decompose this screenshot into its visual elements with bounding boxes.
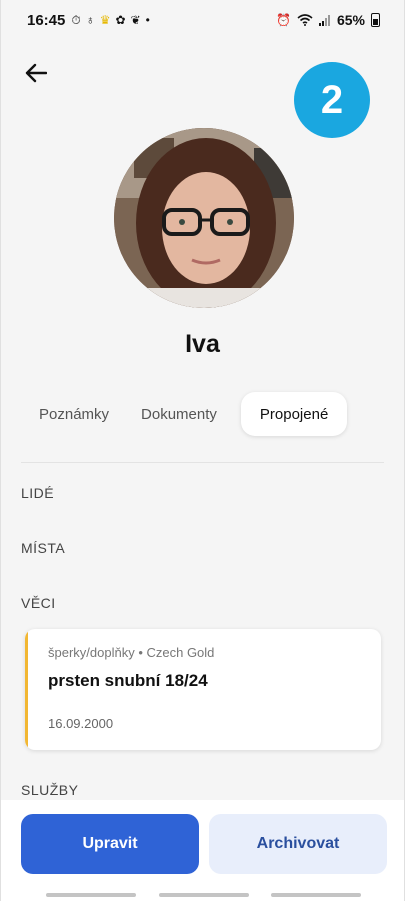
dot-icon: • bbox=[145, 13, 150, 27]
nav-handle-center[interactable] bbox=[159, 893, 249, 897]
app-screen: 16:45 ⏱ ♁ ♛ ✿ ❦ • ⏰ 65% 2 Iva Poznámky D… bbox=[0, 0, 405, 901]
tab-documents[interactable]: Dokumenty bbox=[125, 392, 233, 436]
tab-linked[interactable]: Propojené bbox=[240, 392, 348, 436]
section-services[interactable]: SLUŽBY bbox=[21, 782, 78, 798]
archive-button[interactable]: Archivovat bbox=[209, 814, 387, 874]
section-people[interactable]: LIDÉ bbox=[21, 485, 54, 501]
notification-icons: ⏱ ♁ ♛ ✿ ❦ • bbox=[71, 13, 149, 28]
item-title: prsten snubní 18/24 bbox=[48, 671, 208, 690]
alarm-icon: ⏰ bbox=[276, 13, 291, 27]
status-left: 16:45 ⏱ ♁ ♛ ✿ ❦ • bbox=[27, 12, 150, 29]
item-card[interactable]: šperky/doplňky • Czech Gold prsten snubn… bbox=[25, 629, 381, 750]
bulb-icon: ♁ bbox=[85, 13, 95, 27]
nav-handle-left[interactable] bbox=[46, 893, 136, 897]
item-meta: šperky/doplňky • Czech Gold bbox=[48, 645, 215, 660]
avatar bbox=[114, 128, 294, 308]
arrow-left-icon bbox=[25, 63, 47, 83]
step-badge: 2 bbox=[294, 62, 370, 138]
status-right: ⏰ 65% bbox=[276, 12, 380, 28]
leaf-icon: ❦ bbox=[130, 13, 141, 27]
tabs: Poznámky Dokumenty Propojené bbox=[23, 392, 382, 436]
divider bbox=[21, 462, 384, 463]
crown-icon: ♛ bbox=[99, 13, 111, 27]
section-things[interactable]: VĚCI bbox=[21, 595, 56, 611]
status-time: 16:45 bbox=[27, 11, 66, 29]
battery-icon bbox=[371, 13, 380, 27]
battery-level: 65% bbox=[336, 12, 365, 28]
tab-notes[interactable]: Poznámky bbox=[23, 392, 125, 436]
status-bar: 16:45 ⏱ ♁ ♛ ✿ ❦ • ⏰ 65% bbox=[1, 0, 404, 40]
wifi-icon bbox=[297, 14, 313, 26]
edit-button[interactable]: Upravit bbox=[21, 814, 199, 874]
back-button[interactable] bbox=[21, 58, 51, 88]
profile-name: Iva bbox=[185, 330, 220, 358]
system-nav-bar bbox=[1, 893, 404, 899]
nav-handle-right[interactable] bbox=[271, 893, 361, 897]
signal-icon bbox=[318, 15, 330, 26]
flower-icon: ✿ bbox=[115, 13, 126, 27]
item-date: 16.09.2000 bbox=[48, 716, 114, 731]
timer-icon: ⏱ bbox=[71, 12, 81, 27]
section-places[interactable]: MÍSTA bbox=[21, 540, 65, 556]
item-accent-bar bbox=[25, 629, 28, 750]
